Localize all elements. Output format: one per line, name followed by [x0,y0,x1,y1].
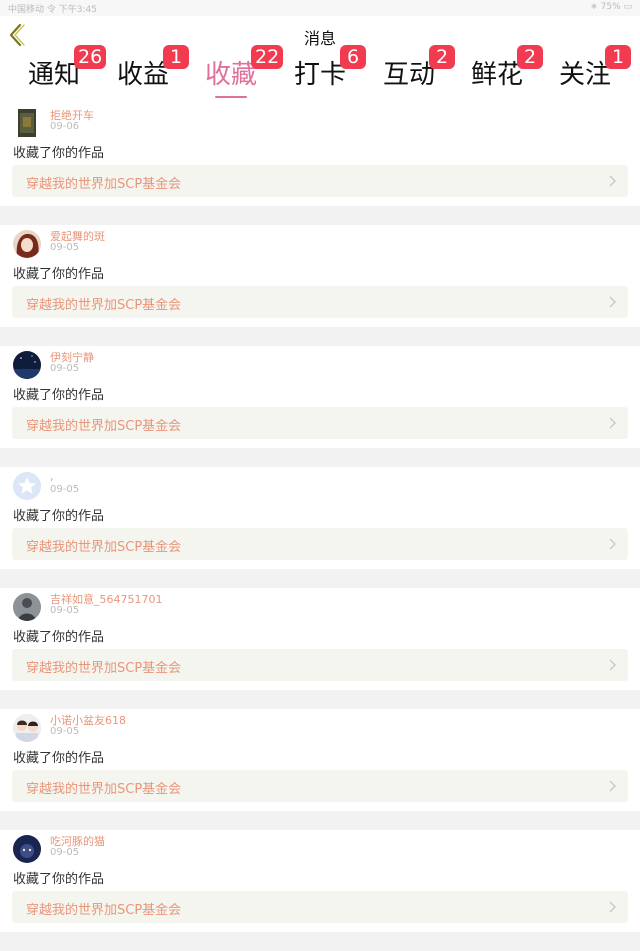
tab-earnings[interactable]: 收益 1 [113,45,197,104]
chevron-right-icon [609,296,616,308]
message-text: 收藏了你的作品 [13,509,105,524]
message-text: 收藏了你的作品 [13,388,105,403]
unread-badge: 22 [251,45,284,69]
work-title: 穿越我的世界加SCP基金会 [26,177,182,192]
message-date: 09-05 [50,484,80,495]
work-link[interactable]: 穿越我的世界加SCP基金会 [12,165,628,197]
work-link[interactable]: 穿越我的世界加SCP基金会 [12,528,628,560]
active-tab-indicator [215,96,247,98]
message-text: 收藏了你的作品 [13,751,105,766]
avatar[interactable] [13,835,41,863]
unread-badge: 26 [74,45,107,69]
tab-checkin[interactable]: 打卡 6 [290,45,374,104]
unread-badge: 6 [340,45,366,69]
message-card: 吉祥如意_564751701 09-05 收藏了你的作品 穿越我的世界加SCP基… [0,588,640,690]
message-card: 爱起舞的斑 09-05 收藏了你的作品 穿越我的世界加SCP基金会 [0,225,640,327]
message-text: 收藏了你的作品 [13,146,105,161]
work-link[interactable]: 穿越我的世界加SCP基金会 [12,407,628,439]
chevron-right-icon [609,175,616,187]
avatar[interactable] [13,472,41,500]
avatar[interactable] [13,351,41,379]
unread-badge: 1 [605,45,631,69]
work-title: 穿越我的世界加SCP基金会 [26,419,182,434]
message-card: 吃河豚的猫 09-05 收藏了你的作品 穿越我的世界加SCP基金会 [0,830,640,932]
status-bar: 中国移动 令 下午3:45 ∗ 75% ▭ [0,0,640,16]
message-category-tabs: 通知 26 收益 1 收藏 22 打卡 6 互动 2 鲜花 2 关注 1 [0,45,640,105]
work-title: 穿越我的世界加SCP基金会 [26,903,182,918]
work-title: 穿越我的世界加SCP基金会 [26,298,182,313]
tab-interactions[interactable]: 互动 2 [379,45,463,104]
message-card: 小诺小盆友618 09-05 收藏了你的作品 穿越我的世界加SCP基金会 [0,709,640,811]
message-date: 09-05 [50,726,80,737]
chevron-right-icon [609,901,616,913]
message-date: 09-05 [50,605,80,616]
avatar[interactable] [13,109,41,137]
chevron-right-icon [609,659,616,671]
message-date: 09-05 [50,242,80,253]
work-title: 穿越我的世界加SCP基金会 [26,782,182,797]
work-link[interactable]: 穿越我的世界加SCP基金会 [12,286,628,318]
avatar[interactable] [13,714,41,742]
tab-favorites[interactable]: 收藏 22 [201,45,285,104]
message-card: 伊刻宁静 09-05 收藏了你的作品 穿越我的世界加SCP基金会 [0,346,640,448]
message-text: 收藏了你的作品 [13,630,105,645]
avatar[interactable] [13,230,41,258]
status-bar-left: 中国移动 令 下午3:45 [8,5,97,15]
work-link[interactable]: 穿越我的世界加SCP基金会 [12,770,628,802]
message-text: 收藏了你的作品 [13,872,105,887]
work-link[interactable]: 穿越我的世界加SCP基金会 [12,649,628,681]
work-title: 穿越我的世界加SCP基金会 [26,540,182,555]
unread-badge: 1 [163,45,189,69]
message-text: 收藏了你的作品 [13,267,105,282]
chevron-right-icon [609,417,616,429]
chevron-right-icon [609,780,616,792]
work-title: 穿越我的世界加SCP基金会 [26,661,182,676]
message-list: 拒绝开车 09-06 收藏了你的作品 穿越我的世界加SCP基金会 爱起舞的斑 0… [0,104,640,951]
chevron-right-icon [609,538,616,550]
tab-notifications[interactable]: 通知 26 [24,45,108,104]
unread-badge: 2 [429,45,455,69]
work-link[interactable]: 穿越我的世界加SCP基金会 [12,891,628,923]
unread-badge: 2 [517,45,543,69]
username[interactable]: , [50,470,54,483]
avatar[interactable] [13,593,41,621]
message-date: 09-06 [50,121,80,132]
tab-follows[interactable]: 关注 1 [555,45,639,104]
tab-flowers[interactable]: 鲜花 2 [467,45,551,104]
message-card: , 09-05 收藏了你的作品 穿越我的世界加SCP基金会 [0,467,640,569]
message-card: 拒绝开车 09-06 收藏了你的作品 穿越我的世界加SCP基金会 [0,104,640,206]
message-date: 09-05 [50,363,80,374]
status-bar-right: ∗ 75% ▭ [590,2,632,12]
